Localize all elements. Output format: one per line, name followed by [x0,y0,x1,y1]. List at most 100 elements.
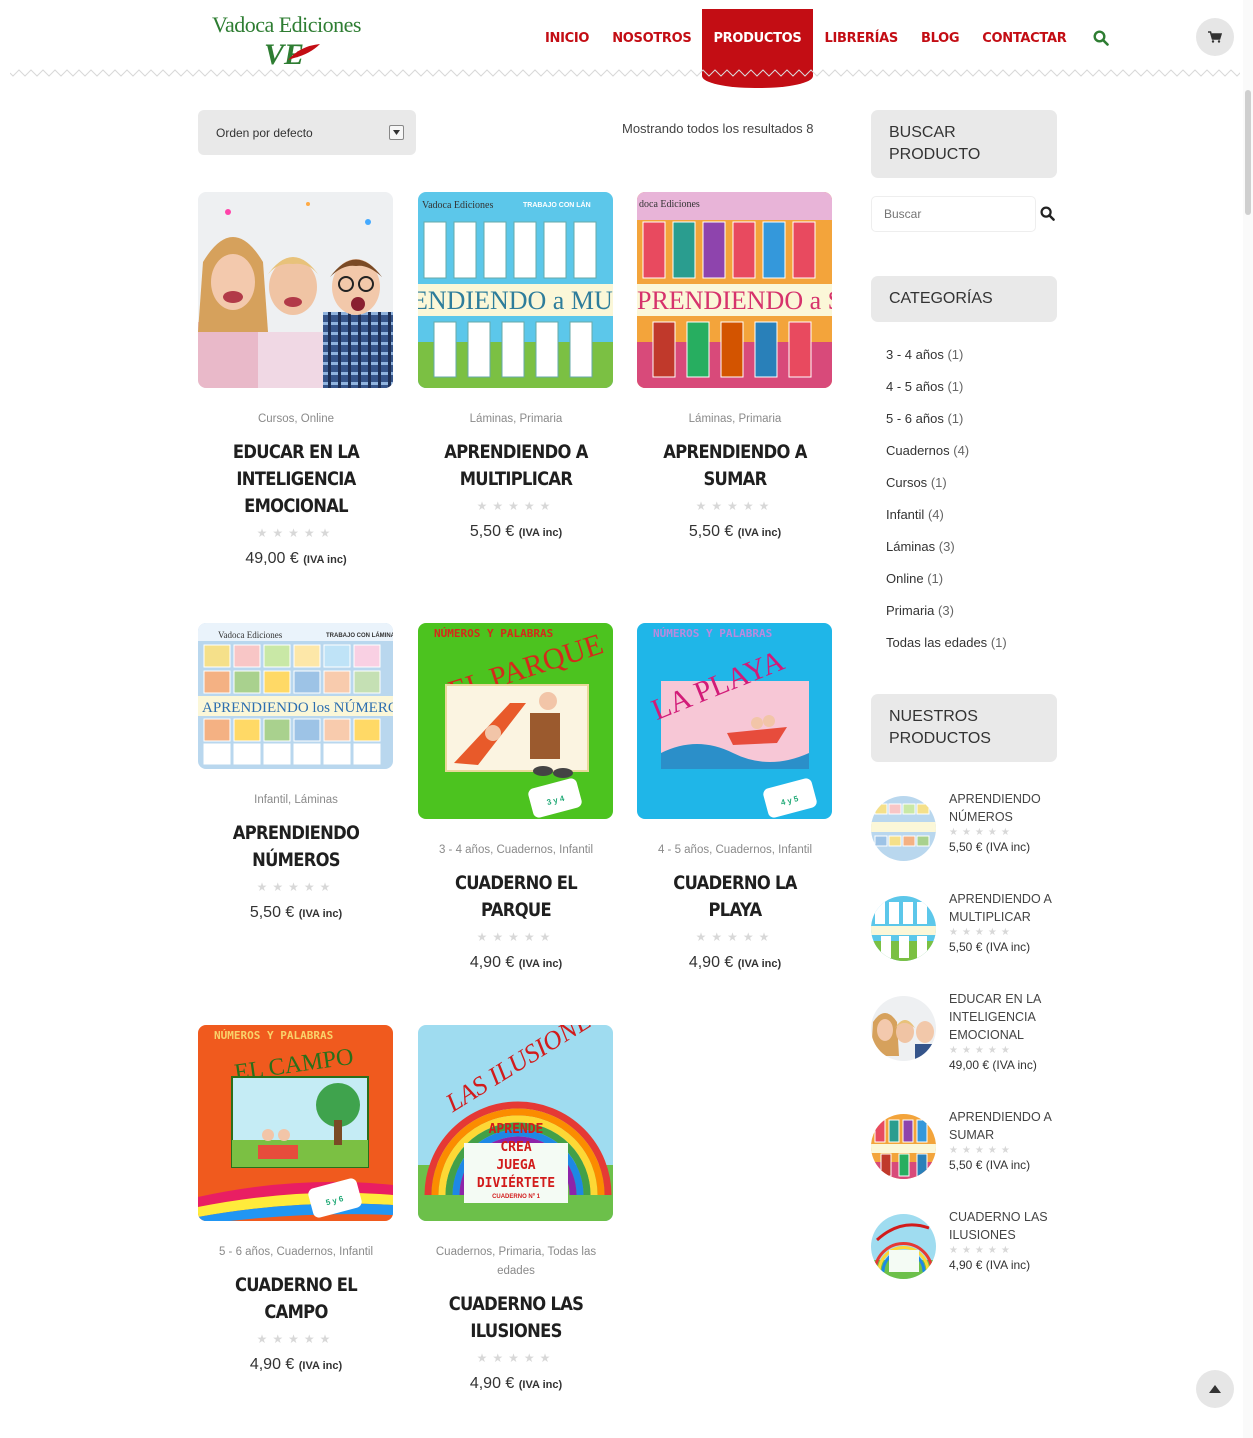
product-image[interactable]: NÚMEROS Y PALABRAS EL CAMPO 5 y 6 [198,1025,393,1221]
sidebar-product-image[interactable] [871,1114,936,1179]
orderby-select[interactable]: Orden por defecto [198,110,416,155]
product-title[interactable]: CUADERNO EL PARQUE [432,870,601,924]
category-item[interactable]: Cuadernos (4) [886,441,1007,473]
sidebar-product: APRENDIENDO A MULTIPLICAR ★★★★★ 5,50 € (… [871,890,1061,980]
svg-text:doca Ediciones: doca Ediciones [639,199,700,210]
product-title[interactable]: APRENDIENDO A MULTIPLICAR [432,439,601,493]
image-header: NÚMEROS Y PALABRAS [434,627,553,640]
product-image[interactable]: NÚMEROS Y PALABRAS EL PARQUE 3 y 4 [418,623,613,819]
result-count: Mostrando todos los resultados 8 [622,121,814,136]
widget-title-categories: CATEGORÍAS [871,276,1057,322]
rating-stars: ★★★★★ [256,1332,336,1346]
product-title[interactable]: CUADERNO EL CAMPO [212,1272,381,1326]
rating-stars: ★★★★★ [476,930,556,944]
widget-title-products: NUESTROS PRODUCTOS [871,694,1057,762]
quill-icon [288,44,320,60]
image-header: NÚMEROS Y PALABRAS [653,627,772,640]
scrollbar-thumb[interactable] [1245,90,1251,215]
sidebar-product-price: 5,50 € (IVA inc) [949,1158,1031,1172]
nav-inicio[interactable]: INICIO [545,31,589,46]
sidebar-product-price: 5,50 € (IVA inc) [949,940,1031,954]
category-item[interactable]: Láminas (3) [886,537,1007,569]
product-price: 4,90 € (IVA inc) [469,954,563,971]
search-icon[interactable] [1040,206,1055,226]
nav-nosotros[interactable]: NOSOTROS [612,31,692,46]
svg-text:TRABAJO CON LÁN: TRABAJO CON LÁN [523,200,591,209]
scrollbar-track[interactable] [1243,0,1253,1438]
sidebar-product: EDUCAR EN LA INTELIGENCIA EMOCIONAL ★★★★… [871,990,1061,1080]
rating-stars: ★★★★★ [949,927,1014,938]
site-header: Vadoca Ediciones VE INICIO NOSOTROS PROD… [0,0,1253,88]
category-item[interactable]: 3 - 4 años (1) [886,345,1007,377]
cart-button[interactable] [1196,18,1234,56]
rating-stars: ★★★★★ [256,880,336,894]
numeros-image: APRENDIENDO los NÚMEROS Vadoca Ediciones… [198,623,393,769]
product-image[interactable]: NÚMEROS Y PALABRAS LA PLAYA 4 y 5 [637,623,832,819]
product-card: ENDIENDO a MULTIPLIC Vadoca Ediciones TR… [418,192,614,541]
site-logo[interactable]: Vadoca Ediciones VE [212,8,372,71]
scroll-to-top-button[interactable] [1196,1370,1234,1408]
sidebar-product-price: 5,50 € (IVA inc) [949,840,1031,854]
chevron-up-icon [1209,1385,1221,1393]
sumar-image: PRENDIENDO a SUMA doca Ediciones [637,192,832,388]
product-card: PRENDIENDO a SUMA doca Ediciones Láminas… [637,192,833,541]
product-title[interactable]: CUADERNO LAS ILUSIONES [432,1291,601,1345]
product-price: 5,50 € (IVA inc) [249,904,343,921]
category-item[interactable]: Infantil (4) [886,505,1007,537]
product-image[interactable]: LAS ILUSIONES APRENDE CREA JUEGA DIVIÉRT… [418,1025,613,1221]
product-price: 4,90 € (IVA inc) [688,954,782,971]
sidebar-product-name[interactable]: APRENDIENDO A SUMAR [949,1108,1061,1144]
category-list: 3 - 4 años (1) 4 - 5 años (1) 5 - 6 años… [886,345,1007,665]
chevron-down-icon [389,125,404,140]
svg-text:TRABAJO CON LÁMINAS: TRABAJO CON LÁMINAS [326,632,393,639]
sidebar-product-name[interactable]: EDUCAR EN LA INTELIGENCIA EMOCIONAL [949,990,1061,1044]
rating-stars: ★★★★★ [949,1045,1014,1056]
product-card: Cursos, Online EDUCAR EN LA INTELIGENCIA… [198,192,394,568]
product-title[interactable]: APRENDIENDO A SUMAR [651,439,820,493]
image-caption: APRENDIENDO los NÚMEROS [202,699,393,716]
nav-librerias[interactable]: LIBRERÍAS [825,31,899,46]
product-price: 5,50 € (IVA inc) [688,523,782,540]
playa-image: NÚMEROS Y PALABRAS LA PLAYA 4 y 5 [637,623,832,819]
product-image[interactable]: PRENDIENDO a SUMA doca Ediciones [637,192,832,388]
sidebar-product-name[interactable]: CUADERNO LAS ILUSIONES [949,1208,1061,1244]
image-line: CREA [500,1140,531,1155]
sidebar-product-image[interactable] [871,996,936,1061]
multiplicar-image: ENDIENDO a MULTIPLIC Vadoca Ediciones TR… [418,192,613,388]
sidebar-product-image[interactable] [871,1214,936,1279]
category-item[interactable]: 5 - 6 años (1) [886,409,1007,441]
nav-contactar[interactable]: CONTACTAR [982,31,1066,46]
product-title[interactable]: APRENDIENDO NÚMEROS [212,820,381,874]
category-item[interactable]: Todas las edades (1) [886,633,1007,665]
rating-stars: ★★★★★ [476,499,556,513]
product-card: APRENDIENDO los NÚMEROS Vadoca Ediciones… [198,623,394,922]
image-subtitle: CUADERNO Nº 1 [492,1194,541,1200]
product-title[interactable]: EDUCAR EN LA INTELIGENCIA EMOCIONAL [212,439,381,520]
sidebar-product-image[interactable] [871,896,936,961]
parque-image: NÚMEROS Y PALABRAS EL PARQUE 3 y 4 [418,623,613,819]
orderby-value: Orden por defecto [216,125,313,140]
product-image[interactable]: APRENDIENDO los NÚMEROS Vadoca Ediciones… [198,623,393,769]
sidebar-product-image[interactable] [871,796,936,861]
svg-text:Vadoca Ediciones: Vadoca Ediciones [218,630,283,640]
search-icon[interactable] [1093,30,1110,51]
ilusiones-image: LAS ILUSIONES APRENDE CREA JUEGA DIVIÉRT… [418,1025,613,1221]
product-price: 49,00 € (IVA inc) [245,550,347,567]
cart-icon [1208,31,1222,43]
product-categories: 3 - 4 años, Cuadernos, Infantil [438,844,594,856]
product-search-input[interactable] [871,196,1036,232]
category-item[interactable]: Cursos (1) [886,473,1007,505]
sidebar-product-name[interactable]: APRENDIENDO NÚMEROS [949,790,1061,826]
product-image[interactable] [198,192,393,388]
product-image[interactable]: ENDIENDO a MULTIPLIC Vadoca Ediciones TR… [418,192,613,388]
product-title[interactable]: CUADERNO LA PLAYA [651,870,820,924]
rating-stars: ★★★★★ [695,930,775,944]
sidebar-product-name[interactable]: APRENDIENDO A MULTIPLICAR [949,890,1061,926]
category-item[interactable]: Online (1) [886,569,1007,601]
product-categories: Cuadernos, Primaria, Todas las edades [435,1246,597,1277]
category-item[interactable]: 4 - 5 años (1) [886,377,1007,409]
category-item[interactable]: Primaria (3) [886,601,1007,633]
nav-blog[interactable]: BLOG [921,31,960,46]
sidebar-product: CUADERNO LAS ILUSIONES ★★★★★ 4,90 € (IVA… [871,1208,1061,1298]
image-line: DIVIÉRTETE [477,1175,555,1191]
